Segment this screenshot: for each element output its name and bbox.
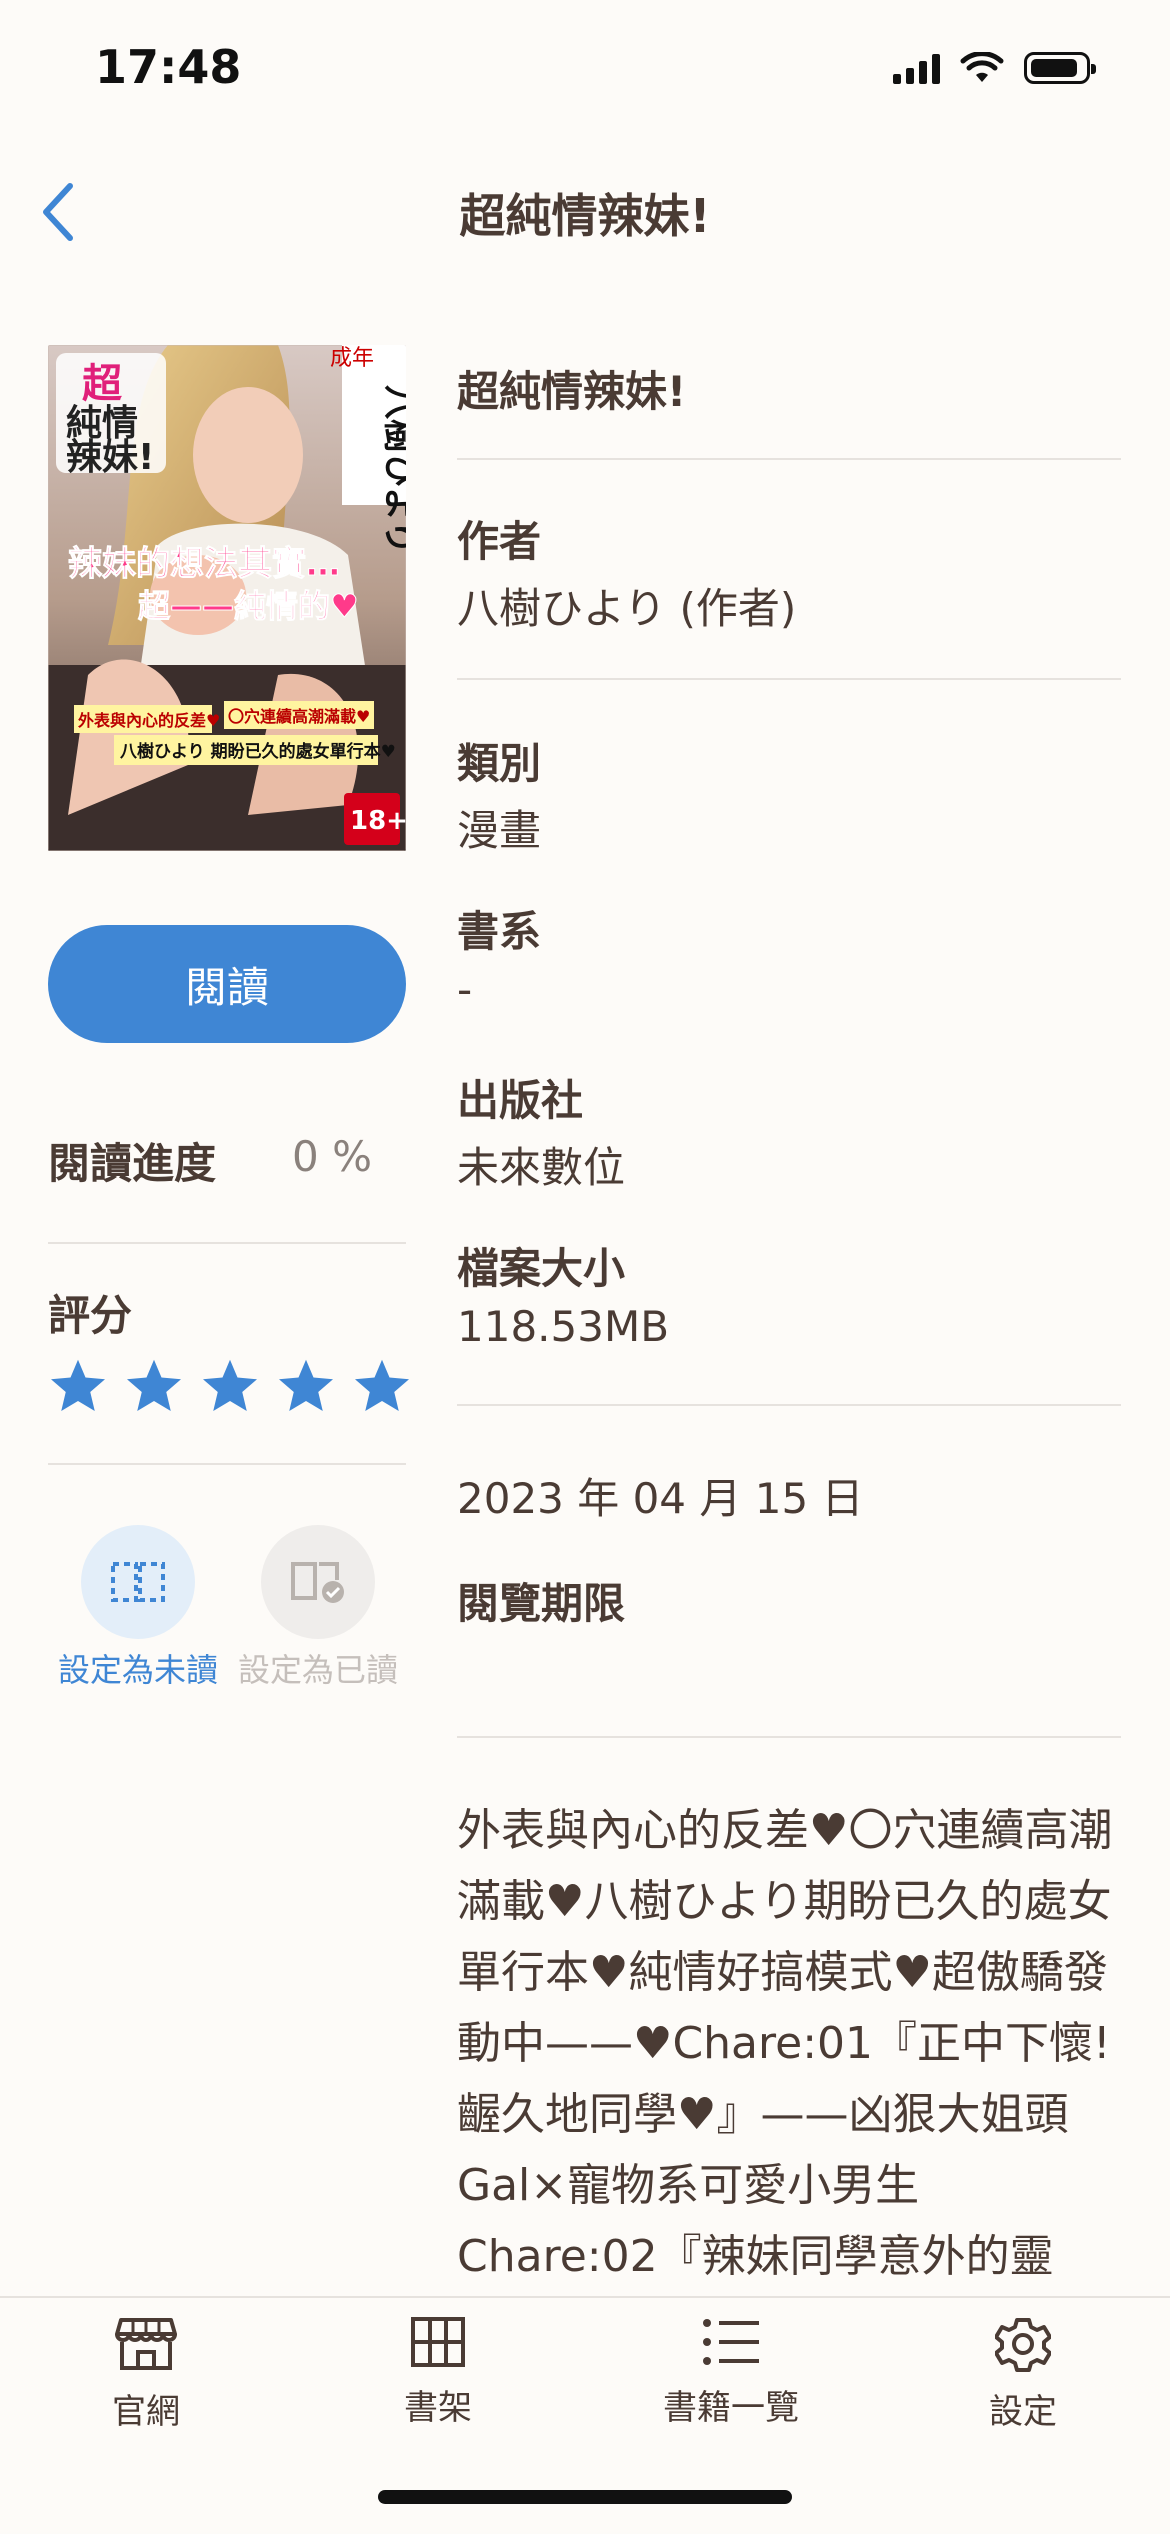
cover-band-2: 八樹ひより 期盼已久的處女單行本♥ — [120, 741, 396, 762]
book-cover-image: 超 純情 辣妹! 成年 八樹ひより 辣妹的想法其實… 超——純情的♥ 外表與內心… — [48, 345, 406, 851]
status-bar: 17:48 — [0, 0, 1170, 150]
page-title: 超純情辣妹! — [459, 189, 711, 243]
category-value: 漫畫 — [457, 806, 542, 855]
star-icon[interactable] — [352, 1356, 412, 1416]
publisher-value: 未來數位 — [457, 1143, 626, 1192]
tab-settings[interactable]: 設定 — [923, 2316, 1123, 2433]
list-icon — [703, 2319, 759, 2365]
cover-band-1a: 外表與內心的反差♥ — [77, 711, 220, 730]
tab-official-site[interactable]: 官網 — [46, 2316, 246, 2433]
store-icon — [115, 2318, 177, 2370]
cover-age-badge: 18+ — [350, 806, 406, 836]
read-button[interactable]: 閱讀 — [48, 925, 406, 1043]
expiry-label: 閱覽期限 — [457, 1579, 626, 1628]
author-value[interactable]: 八樹ひより (作者) — [457, 575, 796, 636]
series-label: 書系 — [457, 907, 542, 956]
reading-progress-label: 閱讀進度 — [48, 1139, 217, 1188]
battery-icon — [1024, 52, 1096, 84]
divider — [457, 1736, 1121, 1738]
book-title: 超純情辣妹! — [457, 367, 687, 416]
book-check-icon — [291, 1562, 344, 1603]
filesize-label: 檔案大小 — [457, 1244, 626, 1293]
star-icon[interactable] — [276, 1356, 336, 1416]
cover-title-line1: 超 — [82, 361, 123, 407]
divider — [457, 678, 1121, 680]
divider — [48, 1463, 406, 1465]
purchase-date: 2023 年 04 月 15 日 — [457, 1474, 864, 1523]
divider — [457, 458, 1121, 460]
cover-author: 八樹ひより — [379, 385, 406, 554]
reading-progress-value: 0 % — [292, 1132, 372, 1181]
book-description: 外表與內心的反差♥〇穴連續高潮滿載♥八樹ひより期盼已久的處女單行本♥純情好搞模式… — [457, 1805, 1113, 2282]
cover-rating-badge: 成年 — [330, 346, 374, 371]
cover-title-line3: 辣妹! — [66, 437, 154, 478]
open-book-icon — [111, 1562, 165, 1602]
gear-icon — [995, 2318, 1051, 2372]
grid-icon — [411, 2317, 465, 2367]
mark-unread-label: 設定為未讀 — [57, 1651, 218, 1689]
mark-read-label: 設定為已讀 — [237, 1651, 398, 1689]
rating-label: 評分 — [48, 1291, 133, 1340]
author-label: 作者 — [457, 517, 542, 566]
star-icon[interactable] — [124, 1356, 184, 1416]
divider — [48, 1242, 406, 1244]
status-icons — [893, 52, 1096, 84]
tab-label: 設定 — [989, 2392, 1057, 2432]
tab-label: 書架 — [404, 2388, 472, 2428]
series-value: - — [457, 965, 473, 1014]
mark-unread-button[interactable]: 設定為未讀 — [48, 1525, 228, 1691]
filesize-value: 118.53MB — [457, 1302, 670, 1351]
star-icon[interactable] — [48, 1356, 108, 1416]
publisher-label: 出版社 — [457, 1076, 584, 1125]
tab-label: 書籍一覽 — [663, 2388, 799, 2428]
cellular-signal-icon — [893, 52, 940, 84]
divider — [457, 1404, 1121, 1406]
wifi-icon — [960, 52, 1004, 82]
home-indicator — [378, 2490, 792, 2504]
cover-headline-2: 超——純情的♥ — [138, 587, 359, 625]
cover-band-1b: 〇穴連續高潮滿載♥ — [228, 707, 370, 726]
tab-label: 官網 — [112, 2392, 180, 2432]
rating-stars[interactable] — [48, 1356, 412, 1416]
cover-headline-1: 辣妹的想法其實… — [68, 544, 340, 584]
category-label: 類別 — [457, 739, 542, 788]
star-icon[interactable] — [200, 1356, 260, 1416]
navigation-bar: 超純情辣妹! — [0, 150, 1170, 270]
tab-book-list[interactable]: 書籍一覽 — [631, 2316, 831, 2429]
tab-bookshelf[interactable]: 書架 — [338, 2316, 538, 2429]
mark-read-button[interactable]: 設定為已讀 — [228, 1525, 408, 1691]
status-time: 17:48 — [95, 40, 242, 94]
